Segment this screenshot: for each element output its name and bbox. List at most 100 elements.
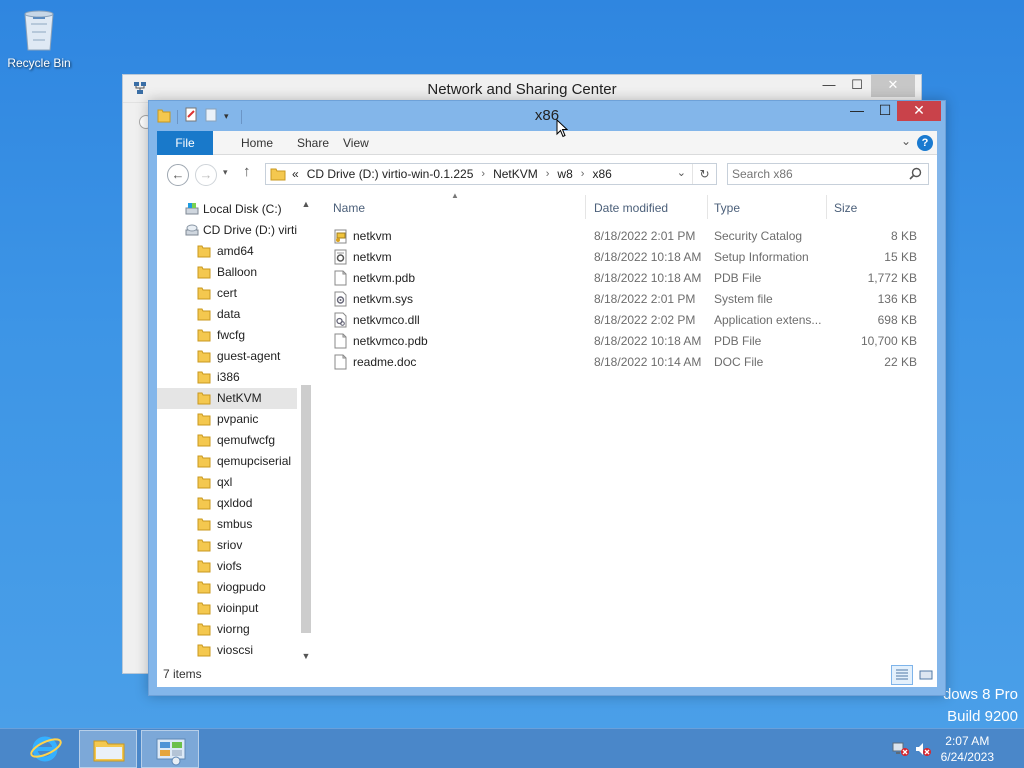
- column-name[interactable]: Name: [333, 201, 365, 215]
- tab-home[interactable]: Home: [227, 131, 287, 155]
- help-icon[interactable]: ?: [917, 135, 933, 151]
- nav-item-label: viorng: [217, 622, 250, 636]
- volume-muted-icon[interactable]: [914, 741, 932, 760]
- nav-folder-qxldod[interactable]: qxldod: [157, 493, 297, 514]
- minimize-button[interactable]: —: [843, 101, 871, 121]
- nav-cd-drive-d[interactable]: CD Drive (D:) virtio-win-0.1.225: [157, 220, 297, 241]
- nav-folder-qemufwcfg[interactable]: qemufwcfg: [157, 430, 297, 451]
- nav-folder-data[interactable]: data: [157, 304, 297, 325]
- file-row[interactable]: netkvm 8/18/2022 10:18 AM Setup Informatio…: [333, 246, 917, 267]
- taskbar-file-explorer[interactable]: [79, 730, 137, 768]
- breadcrumb-separator[interactable]: ›: [546, 168, 550, 180]
- details-view-button[interactable]: [891, 665, 913, 685]
- column-divider[interactable]: [707, 195, 708, 219]
- bg-close-button[interactable]: ✕: [871, 75, 915, 97]
- file-list[interactable]: ▲ Name Date modified Type Size netkvm 8/1…: [327, 191, 937, 661]
- catalog-icon: [333, 228, 348, 244]
- nav-folder-balloon[interactable]: Balloon: [157, 262, 297, 283]
- nav-folder-netkvm[interactable]: NetKVM: [157, 388, 297, 409]
- nav-folder-pvpanic[interactable]: pvpanic: [157, 409, 297, 430]
- nav-local-disk-c[interactable]: Local Disk (C:): [157, 199, 297, 220]
- breadcrumb-w8[interactable]: w8: [557, 167, 572, 181]
- recycle-bin-shortcut[interactable]: Recycle Bin: [4, 6, 74, 70]
- large-icons-view-button[interactable]: [915, 665, 937, 685]
- address-bar[interactable]: « CD Drive (D:) virtio-win-0.1.225 › Net…: [265, 163, 717, 185]
- taskbar-internet-explorer[interactable]: [16, 730, 74, 768]
- nav-folder-qxl[interactable]: qxl: [157, 472, 297, 493]
- nav-folder-viorng[interactable]: viorng: [157, 619, 297, 640]
- search-icon[interactable]: [909, 167, 922, 183]
- refresh-button[interactable]: ↻: [692, 164, 716, 184]
- folder-icon: [197, 349, 211, 363]
- up-button[interactable]: ↑: [243, 163, 251, 180]
- column-divider[interactable]: [826, 195, 827, 219]
- file-name: netkvm.sys: [353, 292, 414, 306]
- control-panel-icon: [156, 738, 186, 766]
- recycle-bin-icon: [19, 6, 59, 52]
- explorer-titlebar[interactable]: ▾ x86 — ☐ ✕: [149, 101, 945, 131]
- back-button[interactable]: ←: [167, 164, 189, 186]
- column-divider[interactable]: [585, 195, 586, 219]
- expand-ribbon-icon[interactable]: ⌄: [901, 134, 911, 148]
- network-disconnected-icon[interactable]: [892, 741, 910, 760]
- address-dropdown-icon[interactable]: ⌄: [677, 166, 686, 179]
- column-size[interactable]: Size: [834, 201, 857, 215]
- nav-folder-i386[interactable]: i386: [157, 367, 297, 388]
- maximize-button[interactable]: ☐: [871, 101, 899, 121]
- breadcrumb-cd-drive[interactable]: CD Drive (D:) virtio-win-0.1.225: [307, 167, 474, 181]
- file-name: netkvm.pdb: [353, 271, 416, 285]
- nav-folder-fwcfg[interactable]: fwcfg: [157, 325, 297, 346]
- explorer-window[interactable]: ▾ x86 — ☐ ✕ File Home Share View ⌄ ? ← →…: [148, 100, 946, 696]
- nav-folder-vioscsi[interactable]: vioscsi: [157, 640, 297, 661]
- column-date-modified[interactable]: Date modified: [594, 201, 668, 215]
- file-row[interactable]: netkvmco.dll 8/18/2022 2:02 PM Application…: [333, 309, 917, 330]
- scroll-down-icon[interactable]: ▼: [299, 651, 313, 661]
- nav-item-label: vioscsi: [217, 643, 254, 657]
- nav-folder-cert[interactable]: cert: [157, 283, 297, 304]
- file-name: netkvmco.dll: [353, 313, 420, 327]
- forward-button[interactable]: →: [195, 164, 217, 186]
- breadcrumb-x86[interactable]: x86: [592, 167, 611, 181]
- nav-scrollbar[interactable]: ▲ ▼: [299, 199, 313, 661]
- bg-window-titlebar[interactable]: Network and Sharing Center — ☐ ✕: [123, 75, 921, 103]
- nav-folder-qemupciserial[interactable]: qemupciserial: [157, 451, 297, 472]
- file-row[interactable]: netkvmco.pdb 8/18/2022 10:18 AM PDB File 10…: [333, 330, 917, 351]
- bg-minimize-button[interactable]: —: [815, 75, 843, 97]
- recent-locations-button[interactable]: ▾: [223, 167, 228, 178]
- nav-folder-sriov[interactable]: sriov: [157, 535, 297, 556]
- breadcrumb-separator[interactable]: ›: [481, 168, 485, 180]
- item-count: 7 items: [163, 667, 202, 681]
- breadcrumb-separator[interactable]: ›: [581, 168, 585, 180]
- nav-folder-smbus[interactable]: smbus: [157, 514, 297, 535]
- breadcrumb-overflow[interactable]: «: [292, 167, 299, 181]
- file-size: 136 KB: [877, 292, 917, 306]
- file-row[interactable]: netkvm.sys 8/18/2022 2:01 PM System file 13…: [333, 288, 917, 309]
- nav-folder-guest-agent[interactable]: guest-agent: [157, 346, 297, 367]
- navigation-pane[interactable]: Local Disk (C:) CD Drive (D:) virtio-win…: [157, 195, 313, 661]
- folder-icon: [197, 391, 211, 405]
- explorer-content: ← → ▾ ↑ « CD Drive (D:) virtio-win-0.1.2…: [157, 155, 937, 687]
- file-row[interactable]: netkvm.pdb 8/18/2022 10:18 AM PDB File 1,77…: [333, 267, 917, 288]
- tab-file[interactable]: File: [157, 131, 213, 155]
- system-clock[interactable]: 2:07 AM 6/24/2023: [941, 733, 994, 765]
- nav-folder-viofs[interactable]: viofs: [157, 556, 297, 577]
- close-button[interactable]: ✕: [897, 101, 941, 121]
- search-box[interactable]: [727, 163, 929, 185]
- nav-folder-viogpudo[interactable]: viogpudo: [157, 577, 297, 598]
- file-row[interactable]: readme.doc 8/18/2022 10:14 AM DOC File 22 K…: [333, 351, 917, 372]
- scroll-thumb[interactable]: [301, 385, 311, 633]
- nav-folder-vioinput[interactable]: vioinput: [157, 598, 297, 619]
- file-date-modified: 8/18/2022 10:18 AM: [594, 334, 702, 348]
- search-input[interactable]: [732, 166, 902, 182]
- status-bar: 7 items: [157, 661, 937, 687]
- file-row[interactable]: netkvm 8/18/2022 2:01 PM Security Catalog 8…: [333, 225, 917, 246]
- file-size: 8 KB: [890, 229, 917, 243]
- tab-view[interactable]: View: [329, 131, 383, 155]
- large-icons-view-icon: [919, 670, 933, 680]
- scroll-up-icon[interactable]: ▲: [299, 199, 313, 209]
- taskbar-control-panel[interactable]: [141, 730, 199, 768]
- nav-folder-amd64[interactable]: amd64: [157, 241, 297, 262]
- column-type[interactable]: Type: [714, 201, 740, 215]
- bg-maximize-button[interactable]: ☐: [843, 75, 871, 97]
- breadcrumb-netkvm[interactable]: NetKVM: [493, 167, 538, 181]
